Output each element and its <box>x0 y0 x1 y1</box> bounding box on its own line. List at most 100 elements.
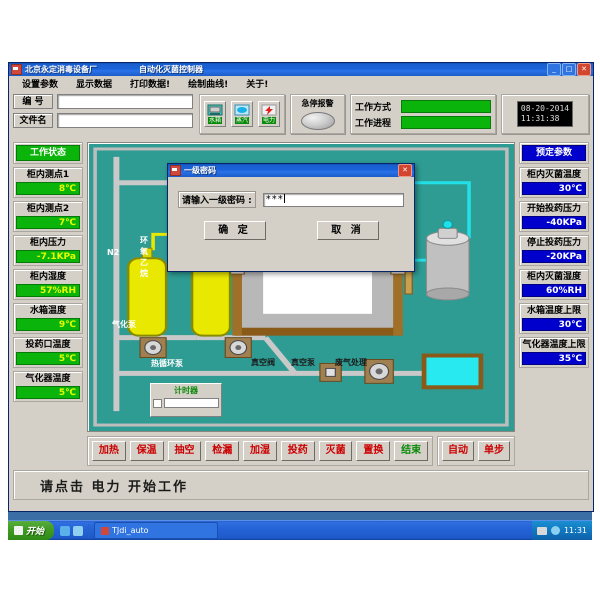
op-button-leak-test[interactable]: 检漏 <box>205 441 240 461</box>
clock-panel: 08-20-2014 11:31:38 <box>501 94 589 134</box>
param-card-tank-temp-limit[interactable]: 水箱温度上限 30℃ <box>519 303 589 334</box>
operation-button-group: 加热 保温 抽空 检漏 加湿 投药 灭菌 置换 结束 <box>87 436 433 466</box>
param-card-vaporizer-temp-limit[interactable]: 气化器温度上限 35℃ <box>519 337 589 368</box>
menu-item-display-data[interactable]: 显示数据 <box>67 77 121 90</box>
timer-checkbox[interactable] <box>153 398 162 408</box>
window-title-text: 北京永定消毒设备厂 自动化灭菌控制器 <box>25 64 203 75</box>
param-value-dosing-start-pressure: -40KPa <box>522 216 586 229</box>
power-icon <box>261 104 277 116</box>
work-mode-panel: 工作方式 工作进程 <box>350 94 496 134</box>
op-button-humidify[interactable]: 加湿 <box>243 441 277 461</box>
boiler-tank <box>425 219 470 301</box>
status-card-humidity: 柜内湿度 57%RH <box>13 269 83 300</box>
id-input[interactable] <box>57 94 193 109</box>
timer-input[interactable] <box>164 398 219 408</box>
param-card-sterilize-temp[interactable]: 柜内灭菌温度 30℃ <box>519 167 589 198</box>
dialog-ok-button[interactable]: 确 定 <box>203 221 266 240</box>
status-title-pressure: 柜内压力 <box>29 238 66 248</box>
param-value-vaporizer-temp-limit: 35℃ <box>522 352 586 365</box>
quick-launch-browser-icon[interactable] <box>60 525 71 536</box>
tray-volume-icon[interactable] <box>550 526 560 535</box>
left-status-panel: 工作状态 柜内测点1 8℃ 柜内测点2 7℃ 柜内压力 -7.1KPa 柜内湿度… <box>13 142 83 432</box>
status-bar-text: 请点击 电力 开始工作 <box>40 479 189 495</box>
status-value-probe2: 7℃ <box>16 216 80 229</box>
op-button-keep-warm[interactable]: 保温 <box>129 441 164 461</box>
dialog-prompt-row: 请输入一级密码 : *** <box>178 191 404 208</box>
system-tray: 11:31 <box>531 521 592 540</box>
window-controls: _ □ ✕ <box>547 63 591 76</box>
status-value-humidity: 57%RH <box>16 284 80 297</box>
window-titlebar[interactable]: 北京永定消毒设备厂 自动化灭菌控制器 _ □ ✕ <box>9 63 593 76</box>
dialog-icon <box>170 165 181 176</box>
work-mode-row: 工作方式 <box>355 99 491 113</box>
op-button-evacuate[interactable]: 抽空 <box>167 441 202 461</box>
status-card-dosing-temp: 投药口温度 5℃ <box>13 337 83 368</box>
window-title: 北京永定消毒设备厂 <box>25 65 97 74</box>
minimize-button[interactable]: _ <box>547 63 561 76</box>
param-title-tank-temp-limit: 水箱温度上限 <box>526 306 581 316</box>
steam-button-label: 蒸汽 <box>234 117 249 124</box>
param-value-tank-temp-limit: 30℃ <box>522 318 586 331</box>
dialog-close-button[interactable]: ✕ <box>398 164 412 177</box>
id-row: 编 号 <box>13 94 193 109</box>
dialog-body: 请输入一级密码 : *** 确 定 取 消 <box>168 177 414 248</box>
mimic-label-eo: 环氧乙烷 <box>140 236 148 278</box>
menu-item-about[interactable]: 关于! <box>237 77 277 90</box>
menu-item-settings[interactable]: 设置参数 <box>13 77 67 90</box>
param-card-dosing-stop-pressure[interactable]: 停止投药压力 -20KPa <box>519 235 589 266</box>
menu-item-print-data[interactable]: 打印数据! <box>121 77 179 90</box>
op-button-heat[interactable]: 加热 <box>92 441 126 461</box>
work-progress-indicator <box>401 115 491 129</box>
work-mode-label: 工作方式 <box>355 102 392 113</box>
power-button[interactable]: 电力 <box>258 101 280 127</box>
password-input[interactable]: *** <box>262 192 404 207</box>
dialog-cancel-button[interactable]: 取 消 <box>316 221 379 240</box>
start-button[interactable]: 开始 <box>8 521 55 540</box>
identification-box: 编 号 文件名 <box>13 94 193 132</box>
work-status-header: 工作状态 <box>16 145 80 161</box>
maximize-button[interactable]: □ <box>562 63 576 76</box>
password-dialog: 一级密码 ✕ 请输入一级密码 : *** 确 定 取 消 <box>167 163 415 272</box>
mimic-label-vacuum-valve: 真空阀 <box>251 358 275 367</box>
quick-launch-folder-icon[interactable] <box>73 525 84 536</box>
status-title-tank-temp: 水箱温度 <box>29 306 66 316</box>
clock-display: 08-20-2014 11:31:38 <box>516 101 574 127</box>
water-tank-button[interactable]: 水箱 <box>204 101 226 127</box>
op-button-dosing[interactable]: 投药 <box>280 441 315 461</box>
steam-button[interactable]: 蒸汽 <box>231 101 253 127</box>
param-card-dosing-start-pressure[interactable]: 开始投药压力 -40KPa <box>519 201 589 232</box>
menu-item-draw-curve[interactable]: 绘制曲线! <box>179 77 237 90</box>
vaporizer-pump <box>139 337 167 359</box>
app-icon <box>11 64 22 75</box>
status-value-pressure: -7.1KPa <box>16 250 80 263</box>
op-button-replace[interactable]: 置换 <box>356 441 391 461</box>
emergency-stop-lamp[interactable] <box>300 112 335 130</box>
quick-launch-bar <box>60 525 84 536</box>
op-button-sterilize[interactable]: 灭菌 <box>318 441 353 461</box>
tray-device-icon[interactable] <box>536 526 547 535</box>
status-title-vaporizer-temp: 气化器温度 <box>25 374 71 384</box>
mode-button-single-step[interactable]: 单步 <box>478 441 510 461</box>
dialog-titlebar[interactable]: 一级密码 ✕ <box>168 164 414 177</box>
param-value-sterilize-humidity: 60%RH <box>522 284 586 297</box>
mimic-label-vacuum-pump: 真空泵 <box>291 358 315 367</box>
password-input-value: *** <box>265 193 284 205</box>
status-bar: 请点击 电力 开始工作 <box>13 470 589 500</box>
mimic-label-heat-pump: 热循环泵 <box>151 359 183 368</box>
taskbar: 开始 TJdi_auto 11:31 <box>8 520 592 540</box>
param-title-vaporizer-temp-limit: 气化器温度上限 <box>522 340 586 350</box>
emergency-stop-panel: 急停报警 <box>290 94 345 134</box>
taskbar-item-app[interactable]: TJdi_auto <box>94 522 219 539</box>
filename-input[interactable] <box>57 113 193 128</box>
mode-button-auto[interactable]: 自动 <box>442 441 474 461</box>
taskbar-separator <box>88 523 90 538</box>
status-value-dosing-temp: 5℃ <box>16 352 80 365</box>
op-button-finish[interactable]: 结束 <box>394 441 429 461</box>
param-card-sterilize-humidity[interactable]: 柜内灭菌湿度 60%RH <box>519 269 589 300</box>
close-button[interactable]: ✕ <box>577 63 591 76</box>
status-title-probe2: 柜内测点2 <box>26 204 70 214</box>
param-title-sterilize-temp: 柜内灭菌温度 <box>526 170 581 180</box>
mimic-label-exhaust: 废气处理 <box>335 358 367 367</box>
status-card-tank-temp: 水箱温度 9℃ <box>13 303 83 334</box>
vacuum-pump <box>364 359 394 384</box>
